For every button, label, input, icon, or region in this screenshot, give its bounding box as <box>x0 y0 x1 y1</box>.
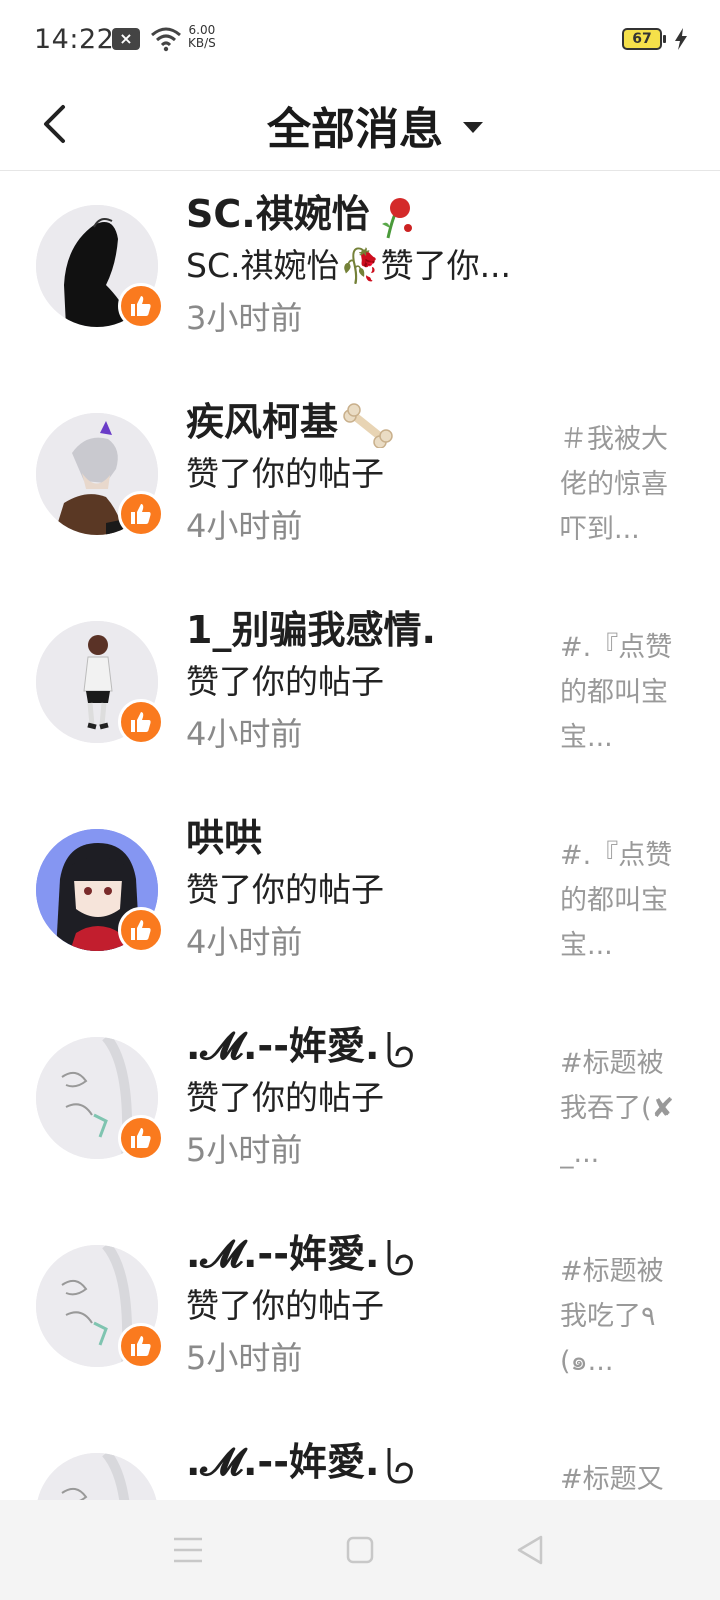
like-badge <box>118 1323 164 1369</box>
like-badge <box>118 699 164 745</box>
battery-icon: 67 <box>622 28 666 50</box>
post-preview[interactable]: #标题又 <box>560 1457 690 1501</box>
thumbs-up-icon <box>131 920 151 940</box>
menu-icon <box>174 1537 202 1563</box>
wifi-icon <box>151 27 181 52</box>
net-speed-unit: KB/S <box>188 36 216 50</box>
bone-icon <box>343 402 393 448</box>
like-badge <box>118 491 164 537</box>
battery-level: 67 <box>632 31 652 47</box>
thumbs-up-icon <box>131 296 151 316</box>
menu-button[interactable] <box>168 1532 208 1568</box>
header: 全部消息 <box>0 80 720 171</box>
sender-name: SC.祺婉怡 <box>186 187 546 241</box>
status-time: 14:22 <box>34 24 115 55</box>
avatar[interactable] <box>36 1453 158 1501</box>
sender-name: .𝓜.--姩愛. <box>186 1019 546 1073</box>
thumbs-up-icon <box>131 1128 151 1148</box>
message-time: 5小时前 <box>186 1339 303 1377</box>
like-badge <box>118 1115 164 1161</box>
list-item[interactable]: .𝓜.--姩愛. 赞了你的帖子 5小时前 #标题被我吃了٩(๑... <box>0 1211 720 1423</box>
like-badge <box>118 907 164 953</box>
message-action: 赞了你的帖子 <box>186 662 384 701</box>
list-item[interactable]: .𝓜.--姩愛. #标题又 <box>0 1419 720 1501</box>
hand-gesture-icon <box>387 1447 414 1484</box>
hand-gesture-icon <box>387 1239 414 1276</box>
page-title: 全部消息 <box>267 104 443 155</box>
list-item[interactable]: 疾风柯基 赞了你的帖子 4小时前 ＃我被大佬的惊喜吓到... <box>0 379 720 591</box>
triangle-back-icon <box>517 1535 543 1565</box>
system-nav-bar <box>0 1500 720 1600</box>
sender-name-text: .𝓜.--姩愛. <box>186 1440 380 1484</box>
sender-name-text: .𝓜.--姩愛. <box>186 1024 380 1068</box>
message-list[interactable]: SC.祺婉怡 SC.祺婉怡🥀赞了你... 3小时前 疾风柯基 赞了你的帖子 4小… <box>0 171 720 1501</box>
sender-name: 哄哄 <box>186 816 263 860</box>
sender-name-text: 疾风柯基 <box>186 400 339 444</box>
message-action: 赞了你的帖子 <box>186 454 384 493</box>
post-preview[interactable]: ＃我被大佬的惊喜吓到... <box>560 417 690 552</box>
post-preview[interactable]: #标题被我吃了٩(๑... <box>560 1249 690 1384</box>
sender-name-text: .𝓜.--姩愛. <box>186 1232 380 1276</box>
chevron-left-icon <box>44 105 65 143</box>
title-dropdown[interactable]: 全部消息 <box>0 80 720 170</box>
thumbs-up-icon <box>131 1336 151 1356</box>
sender-name: .𝓜.--姩愛. <box>186 1227 546 1281</box>
post-preview[interactable]: #.『点赞的都叫宝宝... <box>560 833 690 968</box>
charging-icon <box>675 28 687 50</box>
status-bar: 14:22 × 6.00 KB/S 67 <box>0 0 720 80</box>
message-time: 3小时前 <box>186 299 303 337</box>
sender-name: 疾风柯基 <box>186 395 546 449</box>
back-button[interactable] <box>32 94 76 154</box>
sender-name-text: SC.祺婉怡 <box>186 192 370 236</box>
list-item[interactable]: 1_别骗我感情. 赞了你的帖子 4小时前 #.『点赞的都叫宝宝... <box>0 587 720 799</box>
like-badge <box>118 283 164 329</box>
message-action: 赞了你的帖子 <box>186 870 384 909</box>
notification-icon: × <box>112 28 140 50</box>
thumbs-up-icon <box>131 712 151 732</box>
caret-down-icon <box>463 121 483 133</box>
sender-name: 1_别骗我感情. <box>186 608 436 652</box>
message-action: 赞了你的帖子 <box>186 1286 384 1325</box>
message-time: 4小时前 <box>186 507 303 545</box>
rose-icon <box>381 197 412 238</box>
net-speed: 6.00 KB/S <box>188 24 216 50</box>
message-action: SC.祺婉怡🥀赞了你... <box>186 246 512 285</box>
post-preview[interactable]: #标题被我吞了(✘_... <box>560 1041 690 1176</box>
list-item[interactable]: SC.祺婉怡 SC.祺婉怡🥀赞了你... 3小时前 <box>0 171 720 383</box>
home-icon <box>346 1536 374 1564</box>
list-item[interactable]: .𝓜.--姩愛. 赞了你的帖子 5小时前 #标题被我吞了(✘_... <box>0 1003 720 1215</box>
list-item[interactable]: 哄哄 赞了你的帖子 4小时前 #.『点赞的都叫宝宝... <box>0 795 720 1007</box>
post-preview[interactable]: #.『点赞的都叫宝宝... <box>560 625 690 760</box>
message-time: 5小时前 <box>186 1131 303 1169</box>
home-button[interactable] <box>340 1532 380 1568</box>
message-action: 赞了你的帖子 <box>186 1078 384 1117</box>
message-time: 4小时前 <box>186 923 303 961</box>
sender-name: .𝓜.--姩愛. <box>186 1435 546 1489</box>
thumbs-up-icon <box>131 504 151 524</box>
hand-gesture-icon <box>387 1031 414 1068</box>
message-time: 4小时前 <box>186 715 303 753</box>
back-nav-button[interactable] <box>510 1532 550 1568</box>
